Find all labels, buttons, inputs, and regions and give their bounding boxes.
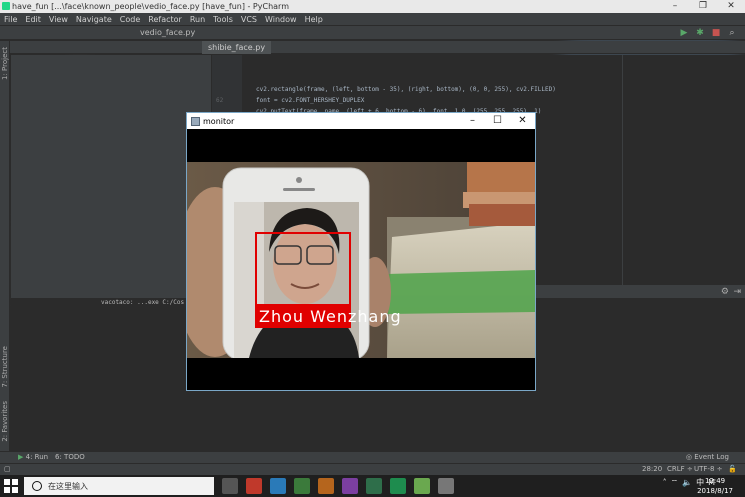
task-view-icon[interactable] [222, 478, 238, 494]
stop-icon[interactable]: ■ [711, 28, 721, 38]
app-icon[interactable] [270, 478, 286, 494]
run-icon[interactable]: ▶ [679, 28, 689, 38]
ide-title: have_fun [...\face\known_people\vedio_fa… [12, 2, 289, 11]
search-everywhere-icon[interactable]: ⌕ [727, 28, 737, 38]
taskbar-search-box[interactable]: 在这里输入 [24, 477, 214, 495]
app-icon[interactable] [318, 478, 334, 494]
video-frame: Zhou Wenzhang [187, 162, 535, 358]
breadcrumb[interactable]: vedio_face.py [140, 28, 195, 37]
close-icon[interactable]: ✕ [717, 0, 745, 13]
run-toolbar: ▶ ✱ ■ ⌕ [679, 28, 737, 38]
run-tab[interactable]: ▶ 4: Run [18, 453, 48, 461]
layout-icon[interactable]: ▢ [4, 465, 11, 473]
menu-view[interactable]: View [49, 15, 68, 24]
monitor-titlebar[interactable]: monitor – ☐ ✕ [187, 113, 535, 129]
maximize-icon[interactable]: ☐ [485, 113, 510, 129]
run-tab-label: 4: Run [25, 453, 49, 461]
menu-code[interactable]: Code [120, 15, 140, 24]
app-icon[interactable] [414, 478, 430, 494]
pycharm-taskbar-icon[interactable] [390, 478, 406, 494]
code-line: font = cv2.FONT_HERSHEY_DUPLEX [256, 97, 365, 104]
favorites-tool-button[interactable]: 2: Favorites [1, 401, 9, 442]
pycharm-icon [2, 2, 10, 10]
line-separator[interactable]: CRLF ÷ [667, 465, 693, 473]
taskbar-clock[interactable]: 12:49 2018/8/17 [697, 476, 733, 496]
project-panel [11, 55, 211, 285]
editor-tabs: shibie_face.py [10, 41, 745, 54]
editor-right-area [622, 55, 745, 285]
close-icon[interactable]: ✕ [510, 113, 535, 129]
menubar: File Edit View Navigate Code Refactor Ru… [0, 13, 745, 25]
network-icon[interactable]: ⌔ [671, 478, 679, 488]
app-icon[interactable] [342, 478, 358, 494]
app-icon[interactable] [246, 478, 262, 494]
menu-run[interactable]: Run [190, 15, 205, 24]
caret-position[interactable]: 28:20 [642, 465, 662, 473]
search-placeholder: 在这里输入 [48, 481, 88, 491]
menu-edit[interactable]: Edit [25, 15, 41, 24]
status-bar: ▢ 28:20 CRLF ÷ UTF-8 ÷ 🔓 [0, 463, 745, 475]
ide-titlebar: have_fun [...\face\known_people\vedio_fa… [0, 0, 745, 13]
app-icon[interactable] [294, 478, 310, 494]
tab-shibie-face[interactable]: shibie_face.py [202, 41, 272, 54]
lock-icon[interactable]: 🔓 [728, 465, 737, 473]
monitor-window[interactable]: monitor – ☐ ✕ Zhou Wenzhang [186, 112, 536, 391]
menu-refactor[interactable]: Refactor [148, 15, 182, 24]
run-tab-icon: ▶ [18, 453, 24, 461]
windows-taskbar: 在这里输入 ˄ ⌔ 🔈 中 M 12:49 2018/8/17 [0, 475, 745, 497]
project-tool-button[interactable]: 1: Project [1, 47, 9, 80]
run-output: vacotaco: ...exe C:/Cos [101, 299, 185, 306]
monitor-app-icon [191, 116, 200, 126]
bottom-tool-tabs: ▶ 4: Run 6: TODO ◎ Event Log [0, 451, 745, 463]
chevron-up-icon[interactable]: ˄ [663, 478, 667, 487]
event-log-label: Event Log [694, 453, 729, 461]
debug-icon[interactable]: ✱ [695, 28, 705, 38]
event-log-button[interactable]: ◎ Event Log [686, 453, 729, 461]
camera-image [187, 162, 535, 358]
volume-icon[interactable]: 🔈 [682, 478, 692, 487]
cortana-icon [32, 481, 42, 491]
event-log-icon: ◎ [685, 453, 692, 461]
todo-tab[interactable]: 6: TODO [55, 453, 85, 461]
left-tool-strip: 1: Project 7: Structure 2: Favorites [0, 41, 10, 451]
menu-navigate[interactable]: Navigate [76, 15, 112, 24]
menu-help[interactable]: Help [305, 15, 323, 24]
menu-vcs[interactable]: VCS [241, 15, 257, 24]
monitor-title: monitor [203, 116, 235, 126]
menu-file[interactable]: File [4, 15, 17, 24]
windows-start-icon[interactable] [4, 479, 18, 493]
minimize-icon[interactable]: – [661, 0, 689, 13]
menu-window[interactable]: Window [265, 15, 297, 24]
clock-time: 12:49 [704, 477, 726, 485]
menu-tools[interactable]: Tools [213, 15, 233, 24]
restore-icon[interactable]: ❐ [689, 0, 717, 13]
line-number: 62 [216, 97, 224, 104]
structure-tool-button[interactable]: 7: Structure [1, 346, 9, 388]
file-encoding[interactable]: UTF-8 ÷ [694, 465, 723, 473]
face-name-label: Zhou Wenzhang [259, 307, 402, 326]
navigation-bar: vedio_face.py ▶ ✱ ■ ⌕ [0, 25, 745, 40]
minimize-icon[interactable]: – [460, 113, 485, 129]
hide-icon[interactable]: ⇥ [733, 287, 741, 297]
gear-icon[interactable]: ⚙ [721, 287, 729, 297]
code-line: cv2.rectangle(frame, (left, bottom - 35)… [256, 86, 556, 93]
app-icon[interactable] [366, 478, 382, 494]
clock-date: 2018/8/17 [697, 487, 733, 495]
app-icon[interactable] [438, 478, 454, 494]
